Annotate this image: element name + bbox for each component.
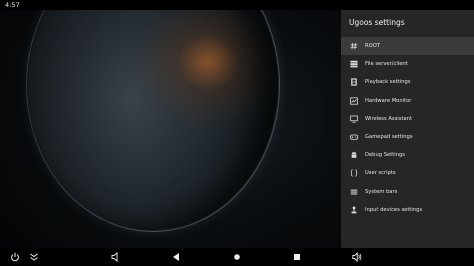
- menu-item-label: Playback settings: [365, 79, 411, 86]
- menu-item-label: File server/client: [365, 61, 408, 68]
- menu-item-label: User scripts: [365, 170, 396, 177]
- volume-down-icon[interactable]: [111, 252, 121, 262]
- braces-icon: [349, 168, 359, 178]
- android-icon: [349, 150, 359, 160]
- cast-icon: [349, 114, 359, 124]
- menu-item-playback[interactable]: Playback settings: [341, 73, 474, 91]
- bars-icon: [349, 187, 359, 197]
- menu-item-label: Input devices settings: [365, 206, 423, 213]
- menu-item-label: Debug Settings: [365, 152, 405, 159]
- film-icon: [349, 77, 359, 87]
- menu-item-root[interactable]: ROOT: [341, 37, 474, 56]
- gamepad-icon: [349, 132, 359, 142]
- menu-item-label: System bars: [365, 188, 398, 195]
- status-bar: 4:57: [0, 0, 474, 10]
- menu-item-label: Gamepad settings: [365, 134, 413, 141]
- menu-item-input-devices[interactable]: Input devices settings: [341, 201, 474, 219]
- monitor-graph-icon: [349, 96, 359, 106]
- wallpaper-shade: [0, 10, 341, 248]
- status-time: 4:57: [5, 1, 20, 9]
- hash-icon: [349, 41, 359, 51]
- back-icon[interactable]: [171, 252, 181, 262]
- navigation-bar: [0, 248, 474, 266]
- settings-panel: Ugoos settings ROOT File server/client P…: [341, 10, 474, 248]
- settings-menu: ROOT File server/client Playback setting…: [341, 37, 474, 219]
- collapse-icon[interactable]: [29, 252, 39, 262]
- recents-icon[interactable]: [292, 252, 302, 262]
- menu-item-label: Wireless Assistant: [365, 115, 412, 122]
- menu-item-label: Hardware Monitor: [365, 97, 412, 104]
- volume-up-icon[interactable]: [352, 252, 362, 262]
- home-icon[interactable]: [232, 252, 242, 262]
- menu-item-wireless-assistant[interactable]: Wireless Assistant: [341, 110, 474, 128]
- panel-title: Ugoos settings: [349, 18, 405, 27]
- wallpaper: [0, 10, 341, 248]
- power-icon[interactable]: [10, 252, 20, 262]
- joystick-icon: [349, 205, 359, 215]
- menu-item-debug[interactable]: Debug Settings: [341, 146, 474, 164]
- server-icon: [349, 59, 359, 69]
- menu-item-hardware-monitor[interactable]: Hardware Monitor: [341, 92, 474, 110]
- menu-item-label: ROOT: [365, 43, 380, 50]
- menu-item-user-scripts[interactable]: User scripts: [341, 164, 474, 182]
- menu-item-file-server[interactable]: File server/client: [341, 55, 474, 73]
- menu-item-system-bars[interactable]: System bars: [341, 183, 474, 201]
- menu-item-gamepad[interactable]: Gamepad settings: [341, 128, 474, 146]
